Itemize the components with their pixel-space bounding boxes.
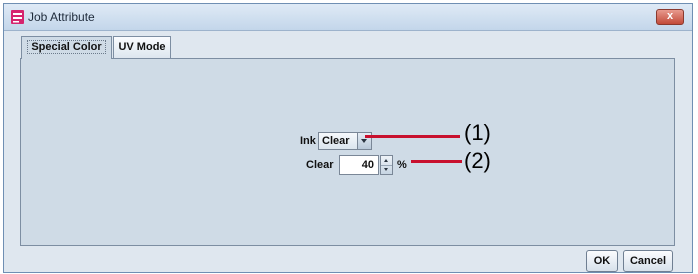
close-icon: x <box>666 10 674 22</box>
callout-line-2 <box>411 160 462 163</box>
window-title: Job Attribute <box>28 10 95 24</box>
special-color-panel <box>20 58 675 246</box>
callout-label-1: (1) <box>464 120 491 145</box>
clear-unit-label: % <box>397 159 407 171</box>
clear-percent-input[interactable] <box>339 155 379 175</box>
clear-spinner <box>380 155 393 175</box>
tab-special-color[interactable]: Special Color <box>21 36 112 59</box>
callout-line-1 <box>365 135 460 138</box>
ink-selected-value: Clear <box>322 135 350 147</box>
tab-special-color-label: Special Color <box>27 40 106 54</box>
spin-down-icon[interactable] <box>381 165 392 174</box>
cancel-button[interactable]: Cancel <box>623 250 673 272</box>
close-button[interactable]: x <box>656 9 684 25</box>
callout-label-2: (2) <box>464 148 491 173</box>
ok-button[interactable]: OK <box>586 250 618 272</box>
job-attribute-window: Job Attribute x Special Color UV Mode In… <box>3 3 693 273</box>
tab-uv-mode-label: UV Mode <box>118 41 166 53</box>
clear-label: Clear <box>306 159 334 171</box>
title-bar: Job Attribute x <box>4 4 692 31</box>
tab-uv-mode[interactable]: UV Mode <box>113 36 171 58</box>
ink-label: Ink <box>300 135 316 147</box>
job-attribute-app-icon <box>11 10 24 24</box>
ink-dropdown[interactable]: Clear <box>318 132 372 150</box>
